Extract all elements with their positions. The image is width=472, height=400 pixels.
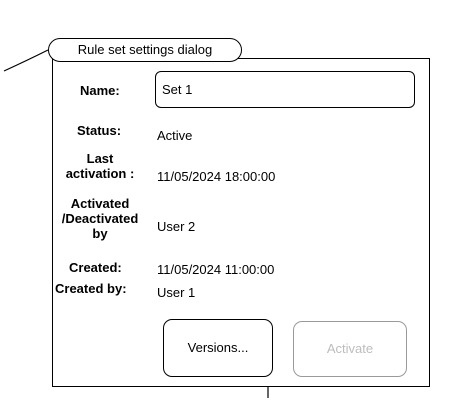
versions-button[interactable]: Versions... (163, 319, 273, 377)
activated-label-line1: Activated (70, 196, 130, 211)
activated-label-line3: by (92, 226, 108, 241)
title-connector-line (3, 49, 49, 72)
last-activation-label: Last activation : (55, 151, 145, 181)
status-value: Active (157, 128, 193, 143)
activated-label-line2: /Deactivated (61, 211, 139, 226)
created-label: Created: (69, 260, 122, 275)
dialog-title-tab: Rule set settings dialog (48, 38, 242, 62)
created-by-label: Created by: (55, 281, 127, 296)
last-activation-label-line2: activation : (65, 166, 135, 181)
created-by-value: User 1 (157, 285, 196, 300)
last-activation-label-line1: Last (86, 151, 114, 166)
last-activation-value: 11/05/2024 18:00:00 (157, 169, 276, 184)
activated-deactivated-by-value: User 2 (157, 219, 196, 234)
name-input[interactable]: Set 1 (155, 71, 415, 108)
diagram-canvas: Rule set settings dialog Name: Set 1 Sta… (0, 0, 472, 400)
name-label: Name: (80, 83, 120, 98)
activate-button[interactable]: Activate (293, 321, 407, 377)
rule-set-settings-dialog: Name: Set 1 Status: Active Last activati… (52, 58, 430, 387)
activated-deactivated-by-label: Activated /Deactivated by (53, 196, 147, 241)
created-value: 11/05/2024 11:00:00 (157, 262, 275, 277)
status-label: Status: (77, 123, 122, 138)
